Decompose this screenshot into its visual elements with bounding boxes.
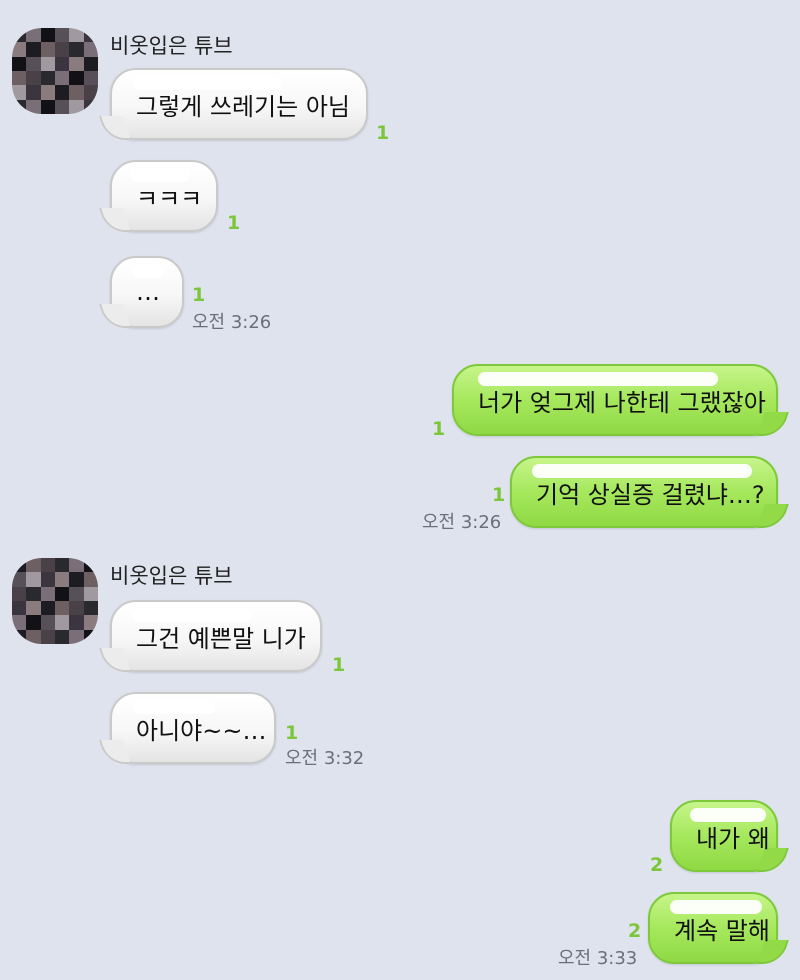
message-text: 그렇게 쓰레기는 아님 [136, 92, 350, 121]
message-text: 기억 상실증 걸렸냐…? [536, 480, 765, 509]
message-time: 오전 3:32 [285, 748, 365, 769]
outgoing-message-bubble[interactable]: 기억 상실증 걸렸냐…? [510, 456, 778, 528]
message-time: 오전 3:33 [558, 948, 638, 969]
message-text: 그건 예쁜말 니가 [136, 624, 306, 653]
unread-count: 1 [376, 122, 390, 144]
message-text: 내가 왜 [696, 824, 770, 853]
message-text: 계속 말해 [674, 916, 770, 945]
unread-count: 1 [285, 722, 299, 744]
contact-avatar[interactable] [12, 558, 98, 644]
outgoing-message-bubble[interactable]: 계속 말해 [648, 892, 778, 964]
message-text: 너가 엊그제 나한테 그랬잖아 [478, 388, 766, 417]
incoming-message-bubble[interactable]: 그건 예쁜말 니가 [110, 600, 322, 672]
incoming-message-bubble[interactable]: 아니야~~… [110, 692, 276, 764]
message-text: … [136, 278, 160, 306]
outgoing-message-bubble[interactable]: 너가 엊그제 나한테 그랬잖아 [452, 364, 778, 436]
incoming-message-bubble[interactable]: 그렇게 쓰레기는 아님 [110, 68, 368, 140]
outgoing-message-bubble[interactable]: 내가 왜 [670, 800, 778, 872]
contact-avatar[interactable] [12, 28, 98, 114]
unread-count: 1 [332, 654, 346, 676]
unread-count: 1 [492, 484, 506, 506]
incoming-message-bubble[interactable]: … [110, 256, 184, 328]
unread-count: 2 [628, 920, 642, 942]
contact-name: 비옷입은 튜브 [110, 34, 233, 58]
message-time: 오전 3:26 [192, 312, 272, 333]
incoming-message-bubble[interactable]: ㅋㅋㅋ [110, 160, 218, 232]
unread-count: 2 [650, 854, 664, 876]
unread-count: 1 [192, 284, 206, 306]
message-time: 오전 3:26 [422, 512, 502, 533]
unread-count: 1 [227, 212, 241, 234]
message-text: ㅋㅋㅋ [136, 184, 203, 213]
unread-count: 1 [432, 418, 446, 440]
message-text: 아니야~~… [136, 716, 267, 745]
contact-name: 비옷입은 튜브 [110, 564, 233, 588]
